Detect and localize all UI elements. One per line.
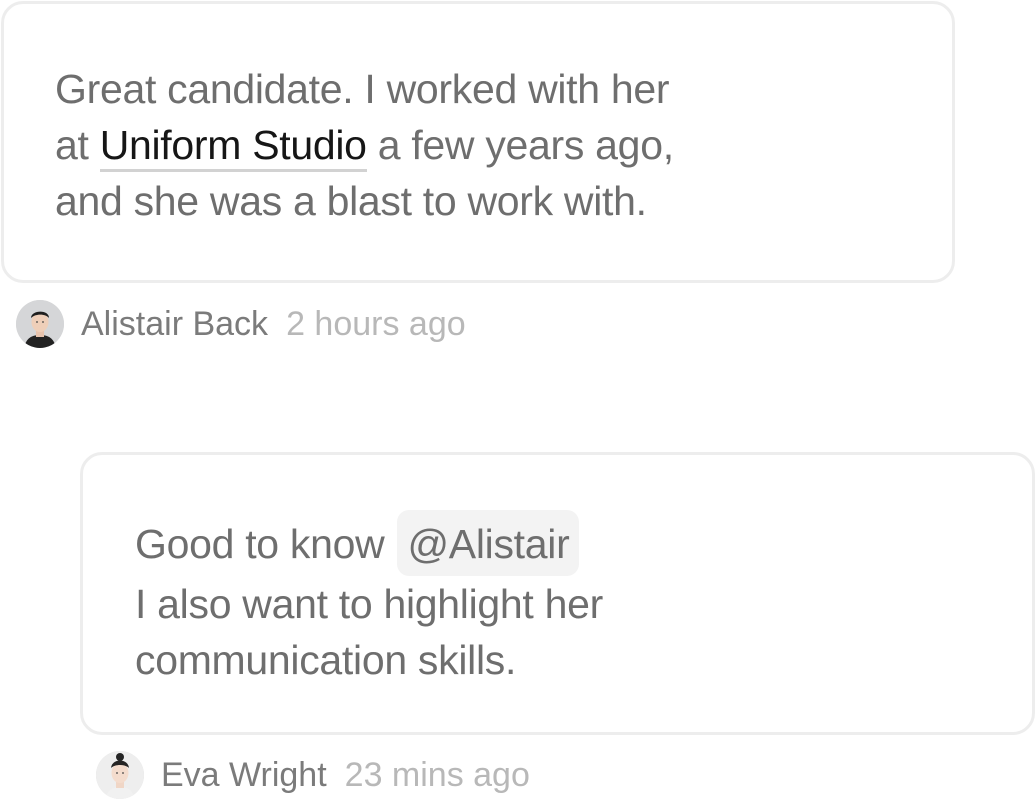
comment-line: Good to know @Alistair: [135, 510, 1032, 576]
comment-timestamp: 2 hours ago: [286, 305, 466, 343]
comment-line: communication skills.: [135, 637, 517, 683]
comment-line: and she was a blast to work with.: [55, 178, 647, 224]
comment-text: at: [55, 122, 100, 168]
avatar-man-icon[interactable]: [16, 300, 64, 348]
author-name[interactable]: Eva Wright: [161, 755, 327, 795]
comment-line: I also want to highlight her: [135, 581, 603, 627]
company-link[interactable]: Uniform Studio: [99, 122, 367, 172]
comment-line: Great candidate. I worked with her: [55, 66, 670, 112]
comment-bubble: Great candidate. I worked with her at Un…: [1, 1, 955, 283]
reply-meta: Eva Wright 23 mins ago: [96, 751, 530, 799]
reply-bubble: Good to know @Alistair I also want to hi…: [80, 452, 1035, 735]
comment-text: a few years ago,: [366, 122, 674, 168]
comment-timestamp: 23 mins ago: [344, 756, 530, 794]
avatar-woman-icon[interactable]: [96, 751, 144, 799]
author-name[interactable]: Alistair Back: [81, 304, 268, 344]
comment-line: at Uniform Studio a few years ago,: [55, 117, 952, 173]
comment-text: Good to know: [135, 521, 396, 567]
comment-meta: Alistair Back 2 hours ago: [16, 300, 466, 348]
mention-tag[interactable]: @Alistair: [397, 510, 580, 576]
comment-thread: Great candidate. I worked with her at Un…: [0, 0, 1036, 800]
